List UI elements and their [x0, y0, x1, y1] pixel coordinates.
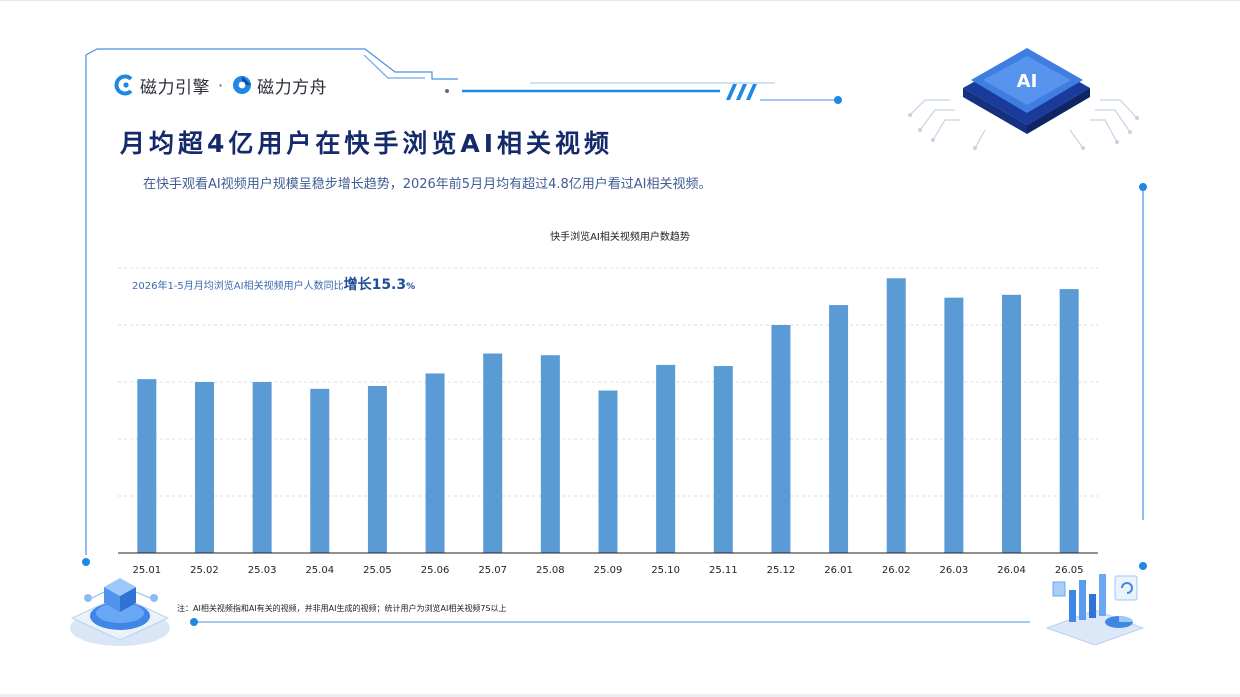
- bar-25.08: [540, 355, 560, 553]
- x-tick-label: 25.08: [536, 565, 565, 576]
- bar-25.07: [483, 353, 503, 553]
- bar-26.05: [1059, 289, 1079, 553]
- bar-26.02: [886, 278, 906, 553]
- iso-cube-platform-icon: [70, 578, 170, 646]
- bar-26.04: [1002, 294, 1022, 553]
- x-tick-label: 25.05: [363, 565, 392, 576]
- footnote: 注：AI相关视频指和AI有关的视频，并非用AI生成的视频；统计用户为浏览AI相关…: [177, 604, 507, 613]
- bar-25.12: [771, 325, 791, 553]
- bar-25.04: [310, 388, 330, 553]
- yoy-annotation: 2026年1-5月月均浏览AI相关视频用户人数同比增长15.3%: [132, 274, 415, 294]
- yoy-annotation-text: 2026年1-5月月均浏览AI相关视频用户人数同比: [132, 281, 344, 292]
- x-tick-label: 26.03: [940, 565, 969, 576]
- x-tick-label: 26.02: [882, 565, 911, 576]
- x-tick-label: 25.06: [421, 565, 450, 576]
- yoy-unit: %: [406, 282, 416, 292]
- x-tick-label: 25.03: [248, 565, 277, 576]
- bar-25.09: [598, 390, 618, 553]
- bar-25.02: [194, 382, 214, 553]
- x-tick-label: 25.12: [767, 565, 796, 576]
- slide: 磁力引擎 · 磁力方舟 AI 月均超4亿用户在快手浏览AI相关视频 在快手观看A…: [0, 0, 1240, 697]
- iso-analytics-dashboard-icon: [1045, 574, 1145, 645]
- x-tick-label: 25.07: [478, 565, 507, 576]
- x-tick-label: 25.11: [709, 565, 738, 576]
- x-tick-label: 25.04: [305, 565, 334, 576]
- bar-25.05: [367, 385, 387, 553]
- x-tick-label: 25.09: [594, 565, 623, 576]
- bar-25.06: [425, 373, 445, 553]
- bar-25.01: [137, 379, 157, 553]
- bar-25.03: [252, 382, 272, 553]
- bar-26.01: [829, 305, 849, 553]
- x-tick-label: 25.10: [651, 565, 680, 576]
- yoy-highlight: 增长15.3: [343, 277, 407, 293]
- bar-25.11: [713, 366, 733, 553]
- bar-26.03: [944, 297, 964, 553]
- x-tick-label: 26.01: [824, 565, 853, 576]
- x-tick-label: 25.02: [190, 565, 219, 576]
- bar-25.10: [656, 364, 676, 553]
- x-tick-label: 26.04: [997, 565, 1026, 576]
